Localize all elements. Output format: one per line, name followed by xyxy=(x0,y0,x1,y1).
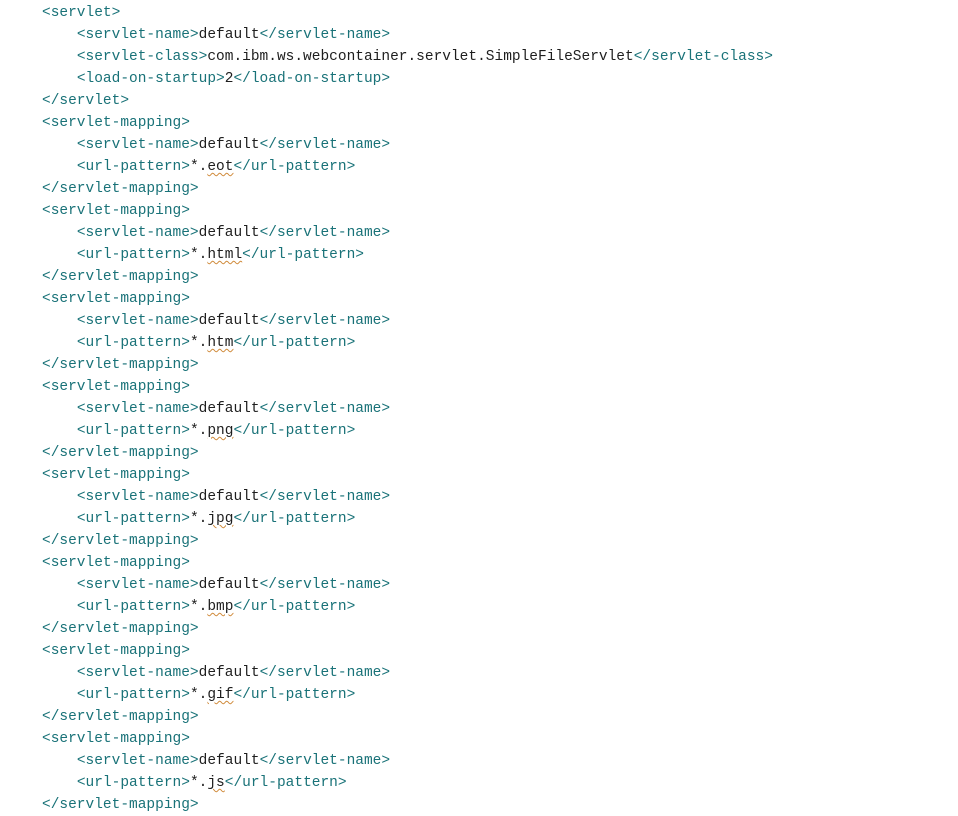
text-js: js xyxy=(207,775,224,791)
tag-servlet-name-close: </servlet-name> xyxy=(260,753,391,769)
tag-servlet-name-close: </servlet-name> xyxy=(260,27,391,43)
text-default: default xyxy=(199,753,260,769)
text-default: default xyxy=(199,137,260,153)
tag-url-pattern-open: <url-pattern> xyxy=(77,775,190,791)
tag-load-startup-close: </load-on-startup> xyxy=(233,71,390,87)
tag-servlet-mapping-open: <servlet-mapping> xyxy=(42,731,190,747)
text-bmp: bmp xyxy=(207,599,233,615)
tag-servlet-mapping-close: </servlet-mapping> xyxy=(42,709,199,725)
tag-servlet-mapping-open: <servlet-mapping> xyxy=(42,643,190,659)
tag-servlet-mapping-close: </servlet-mapping> xyxy=(42,357,199,373)
text-star-dot: *. xyxy=(190,247,207,263)
tag-servlet-name-close: </servlet-name> xyxy=(260,489,391,505)
tag-url-pattern-close: </url-pattern> xyxy=(233,599,355,615)
tag-url-pattern-close: </url-pattern> xyxy=(233,159,355,175)
tag-servlet-name-open: <servlet-name> xyxy=(77,401,199,417)
text-default: default xyxy=(199,665,260,681)
tag-servlet-class-open: <servlet-class> xyxy=(77,49,208,65)
tag-servlet-close: </servlet> xyxy=(42,93,129,109)
text-servlet-class: com.ibm.ws.webcontainer.servlet.SimpleFi… xyxy=(207,49,633,65)
tag-load-startup-open: <load-on-startup> xyxy=(77,71,225,87)
text-jpg: jpg xyxy=(207,511,233,527)
tag-url-pattern-close: </url-pattern> xyxy=(242,247,364,263)
text-png: png xyxy=(207,423,233,439)
text-html: html xyxy=(207,247,242,263)
text-star-dot: *. xyxy=(190,687,207,703)
tag-servlet-name-open: <servlet-name> xyxy=(77,27,199,43)
tag-servlet-mapping-close: </servlet-mapping> xyxy=(42,181,199,197)
tag-servlet-mapping-open: <servlet-mapping> xyxy=(42,203,190,219)
tag-servlet-mapping-close: </servlet-mapping> xyxy=(42,797,199,813)
tag-servlet-name-open: <servlet-name> xyxy=(77,577,199,593)
tag-servlet-name-close: </servlet-name> xyxy=(260,665,391,681)
tag-url-pattern-open: <url-pattern> xyxy=(77,159,190,175)
text-star-dot: *. xyxy=(190,423,207,439)
tag-servlet-class-close: </servlet-class> xyxy=(634,49,773,65)
tag-url-pattern-close: </url-pattern> xyxy=(233,687,355,703)
tag-servlet-name-close: </servlet-name> xyxy=(260,577,391,593)
tag-url-pattern-close: </url-pattern> xyxy=(233,423,355,439)
tag-servlet-name-open: <servlet-name> xyxy=(77,313,199,329)
text-default: default xyxy=(199,313,260,329)
tag-url-pattern-open: <url-pattern> xyxy=(77,511,190,527)
text-star-dot: *. xyxy=(190,775,207,791)
text-default: default xyxy=(199,489,260,505)
tag-servlet-name-close: </servlet-name> xyxy=(260,137,391,153)
tag-servlet-mapping-open: <servlet-mapping> xyxy=(42,379,190,395)
tag-url-pattern-open: <url-pattern> xyxy=(77,247,190,263)
text-default: default xyxy=(199,27,260,43)
text-htm: htm xyxy=(207,335,233,351)
tag-servlet-name-open: <servlet-name> xyxy=(77,225,199,241)
tag-servlet-mapping-close: </servlet-mapping> xyxy=(42,445,199,461)
text-default: default xyxy=(199,401,260,417)
text-star-dot: *. xyxy=(190,511,207,527)
tag-servlet-name-open: <servlet-name> xyxy=(77,753,199,769)
tag-url-pattern-close: </url-pattern> xyxy=(225,775,347,791)
tag-servlet-mapping-close: </servlet-mapping> xyxy=(42,533,199,549)
tag-servlet-mapping-close: </servlet-mapping> xyxy=(42,269,199,285)
tag-servlet-mapping-open: <servlet-mapping> xyxy=(42,467,190,483)
tag-servlet-name-close: </servlet-name> xyxy=(260,225,391,241)
text-eot: eot xyxy=(207,159,233,175)
tag-url-pattern-open: <url-pattern> xyxy=(77,335,190,351)
tag-url-pattern-open: <url-pattern> xyxy=(77,423,190,439)
text-star-dot: *. xyxy=(190,599,207,615)
tag-servlet-name-open: <servlet-name> xyxy=(77,489,199,505)
tag-url-pattern-close: </url-pattern> xyxy=(233,511,355,527)
xml-code-block: <servlet> <servlet-name>default</servlet… xyxy=(0,0,958,816)
tag-url-pattern-open: <url-pattern> xyxy=(77,687,190,703)
tag-servlet-name-close: </servlet-name> xyxy=(260,313,391,329)
tag-servlet-name-open: <servlet-name> xyxy=(77,665,199,681)
tag-servlet-mapping-close: </servlet-mapping> xyxy=(42,621,199,637)
tag-servlet-mapping-open: <servlet-mapping> xyxy=(42,291,190,307)
text-gif: gif xyxy=(207,687,233,703)
tag-servlet-mapping-open: <servlet-mapping> xyxy=(42,115,190,131)
text-default: default xyxy=(199,577,260,593)
tag-servlet-open: <servlet> xyxy=(42,5,120,21)
text-star-dot: *. xyxy=(190,335,207,351)
tag-url-pattern-close: </url-pattern> xyxy=(233,335,355,351)
text-star-dot: *. xyxy=(190,159,207,175)
tag-servlet-mapping-open: <servlet-mapping> xyxy=(42,555,190,571)
tag-servlet-name-open: <servlet-name> xyxy=(77,137,199,153)
text-default: default xyxy=(199,225,260,241)
tag-servlet-name-close: </servlet-name> xyxy=(260,401,391,417)
tag-url-pattern-open: <url-pattern> xyxy=(77,599,190,615)
